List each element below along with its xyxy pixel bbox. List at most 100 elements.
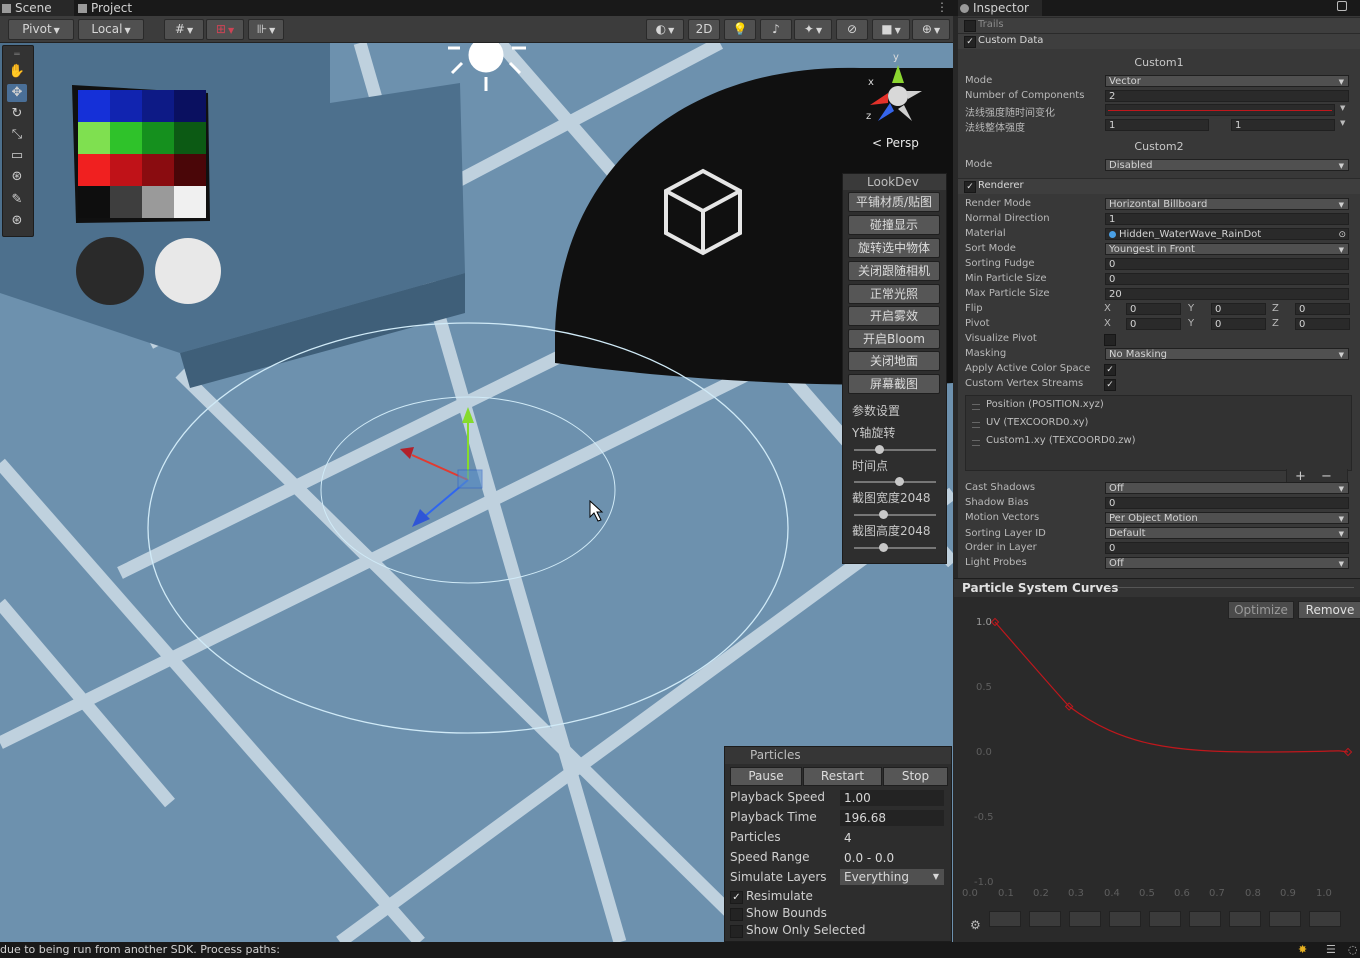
curve-preset-ease-out-in[interactable]: [1229, 911, 1261, 927]
slider-knob[interactable]: [878, 543, 888, 552]
curve-preset-step[interactable]: [1269, 911, 1301, 927]
stream-item-uv[interactable]: UV (TEXCOORD0.xy): [986, 417, 1088, 428]
playback-time-field[interactable]: 196.68: [840, 810, 944, 826]
grid-snap-icon[interactable]: # ▼: [164, 19, 204, 40]
particle-tool-icon[interactable]: ⊛: [7, 212, 27, 230]
layers-icon[interactable]: ☰: [1326, 942, 1336, 958]
tab-project[interactable]: Project: [76, 0, 148, 16]
renderer-module-header[interactable]: ✓ Renderer: [958, 178, 1360, 194]
curve-preset-ease-out[interactable]: [1149, 911, 1181, 927]
custom-data-checkbox[interactable]: ✓: [964, 36, 976, 48]
custom-vertex-streams-checkbox[interactable]: ✓: [1104, 379, 1116, 391]
status-icon[interactable]: ◌: [1348, 942, 1358, 958]
slider-width[interactable]: [854, 510, 936, 519]
curve-line[interactable]: [994, 621, 1349, 753]
dropdown-arrow-icon[interactable]: ▼: [1340, 104, 1345, 112]
drag-handle-icon[interactable]: [972, 440, 980, 446]
curve-preset-ease-in[interactable]: [1109, 911, 1141, 927]
rect-tool-icon[interactable]: ▭: [7, 147, 27, 165]
show-bounds-checkbox[interactable]: [730, 908, 743, 921]
motion-vectors-dropdown[interactable]: Per Object Motion ▼: [1105, 512, 1349, 524]
render-mode-dropdown[interactable]: Horizontal Billboard ▼: [1105, 198, 1349, 210]
flip-x-field[interactable]: 0: [1126, 303, 1181, 315]
slider-knob[interactable]: [874, 445, 884, 454]
lookdev-button-tile-material[interactable]: 平铺材质/贴图: [848, 192, 940, 212]
scale-tool-icon[interactable]: ⤡: [7, 126, 27, 144]
order-in-layer-field[interactable]: 0: [1105, 542, 1349, 554]
camera-projection-label[interactable]: < Persp: [872, 136, 919, 150]
slider-knob[interactable]: [878, 510, 888, 519]
curve-preset-linear-up[interactable]: [1029, 911, 1061, 927]
hidden-objects-icon[interactable]: ⊘: [836, 19, 868, 40]
restart-button[interactable]: Restart: [803, 767, 882, 786]
notification-icon[interactable]: ✸: [1298, 942, 1307, 958]
palette-handle-icon[interactable]: ═: [7, 46, 27, 64]
sort-mode-dropdown[interactable]: Youngest in Front ▼: [1105, 243, 1349, 255]
light-probes-dropdown[interactable]: Off ▼: [1105, 557, 1349, 569]
custom-data-module-header[interactable]: ✓ Custom Data: [958, 33, 1360, 49]
pivot-y-field[interactable]: 0: [1211, 318, 1266, 330]
lighting-icon[interactable]: 💡: [724, 19, 756, 40]
lookdev-button-rotate-selected[interactable]: 旋转选中物体: [848, 238, 940, 258]
flip-y-field[interactable]: 0: [1211, 303, 1266, 315]
curves-editor[interactable]: Optimize Remove 1.0 0.5 0.0 -0.5 -1.0 0.…: [954, 597, 1360, 942]
effects-icon[interactable]: ✦ ▼: [794, 19, 832, 40]
pivot-x-field[interactable]: 0: [1126, 318, 1181, 330]
resimulate-checkbox[interactable]: ✓: [730, 891, 743, 904]
lock-icon[interactable]: [1337, 1, 1347, 11]
dropdown-arrow-icon[interactable]: ▼: [1340, 119, 1345, 127]
mode-2d-button[interactable]: 2D: [688, 19, 720, 40]
custom1-mode-dropdown[interactable]: Vector ▼: [1105, 75, 1349, 87]
normal-curve-field[interactable]: [1105, 104, 1335, 116]
lookdev-button-lighting[interactable]: 正常光照: [848, 284, 940, 304]
lookdev-button-bloom[interactable]: 开启Bloom: [848, 329, 940, 349]
flip-z-field[interactable]: 0: [1295, 303, 1350, 315]
local-dropdown[interactable]: Local ▼: [78, 19, 144, 40]
lookdev-button-ground[interactable]: 关闭地面: [848, 351, 940, 371]
tab-scene[interactable]: Scene: [0, 0, 74, 16]
more-options-icon[interactable]: ⋮: [936, 0, 948, 14]
stream-item-custom1[interactable]: Custom1.xy (TEXCOORD0.zw): [986, 435, 1136, 446]
lookdev-button-collision[interactable]: 碰撞显示: [848, 215, 940, 235]
status-message[interactable]: due to being run from another SDK. Proce…: [0, 943, 280, 956]
normal-direction-field[interactable]: 1: [1105, 213, 1349, 225]
camera-icon[interactable]: ■ ▼: [872, 19, 910, 40]
pause-button[interactable]: Pause: [730, 767, 802, 786]
tab-inspector[interactable]: Inspector: [958, 0, 1042, 16]
curve-preset-flat[interactable]: [989, 911, 1021, 927]
max-particle-size-field[interactable]: 20: [1105, 288, 1349, 300]
sorting-layer-dropdown[interactable]: Default ▼: [1105, 527, 1349, 539]
pivot-dropdown[interactable]: Pivot ▼: [8, 19, 74, 40]
show-only-selected-checkbox[interactable]: [730, 925, 743, 938]
stop-button[interactable]: Stop: [883, 767, 948, 786]
shadow-bias-field[interactable]: 0: [1105, 497, 1349, 509]
trails-module-header[interactable]: Trails: [958, 17, 1360, 33]
transform-tool-icon[interactable]: ⊛: [7, 168, 27, 186]
custom2-mode-dropdown[interactable]: Disabled ▼: [1105, 159, 1349, 171]
trails-checkbox[interactable]: [964, 20, 976, 32]
slider-height[interactable]: [854, 543, 936, 552]
cast-shadows-dropdown[interactable]: Off ▼: [1105, 482, 1349, 494]
curve-preset-ease-in-out[interactable]: [1189, 911, 1221, 927]
visualize-pivot-checkbox[interactable]: [1104, 334, 1116, 346]
gear-icon[interactable]: ⚙: [970, 918, 981, 932]
slider-time[interactable]: [854, 477, 936, 486]
components-field[interactable]: 2: [1105, 90, 1349, 102]
renderer-checkbox[interactable]: ✓: [964, 181, 976, 193]
stream-item-position[interactable]: Position (POSITION.xyz): [986, 399, 1104, 410]
lookdev-button-screenshot[interactable]: 屏幕截图: [848, 374, 940, 394]
move-tool-icon[interactable]: ✥: [7, 84, 27, 102]
slider-knob[interactable]: [895, 477, 905, 486]
drag-handle-icon[interactable]: [972, 404, 980, 410]
apply-color-space-checkbox[interactable]: ✓: [1104, 364, 1116, 376]
normal-intensity-min-field[interactable]: 1: [1105, 119, 1209, 131]
shading-mode-icon[interactable]: ◐ ▼: [646, 19, 684, 40]
ruler-icon[interactable]: ⊪ ▼: [248, 19, 284, 40]
rotate-tool-icon[interactable]: ↻: [7, 105, 27, 123]
material-field[interactable]: Hidden_WaterWave_RainDot ⊙: [1105, 228, 1349, 240]
drag-handle-icon[interactable]: [972, 422, 980, 428]
playback-speed-field[interactable]: 1.00: [840, 790, 944, 806]
audio-icon[interactable]: ♪: [760, 19, 792, 40]
simulate-layers-dropdown[interactable]: Everything ▼: [840, 869, 944, 885]
lookdev-button-fog[interactable]: 开启雾效: [848, 306, 940, 326]
